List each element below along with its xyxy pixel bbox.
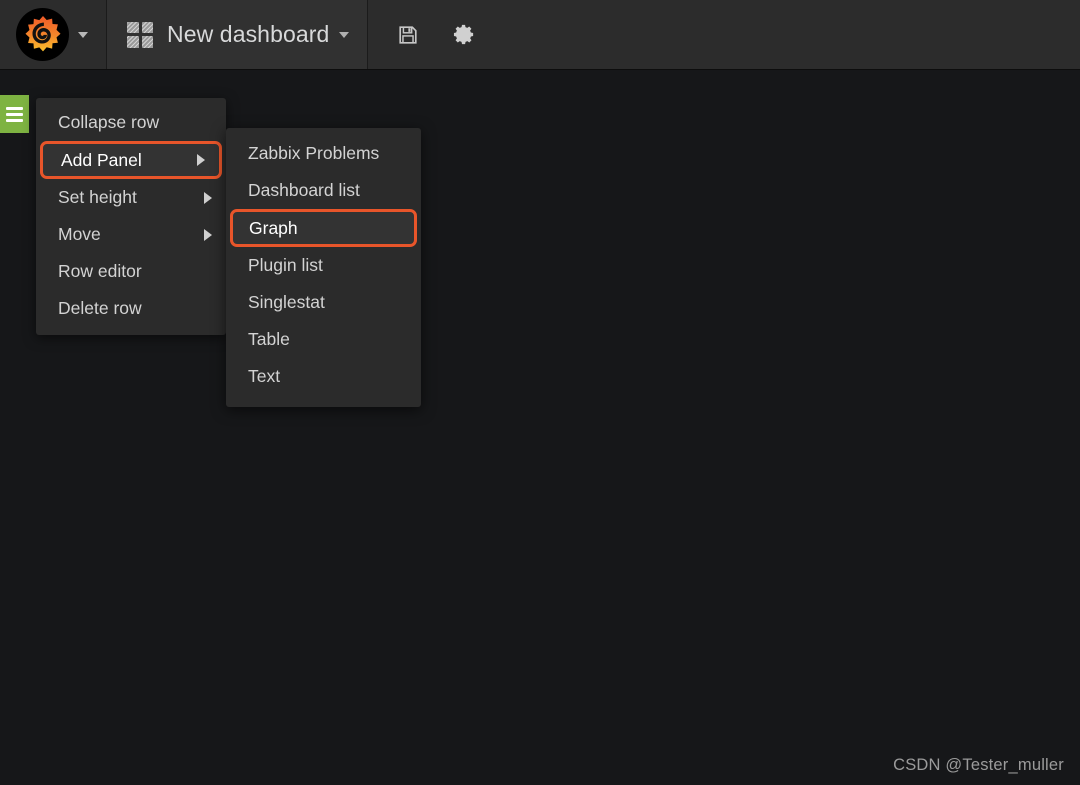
save-dashboard-button[interactable] (395, 22, 421, 48)
menu-item-label: Delete row (58, 298, 142, 318)
submenu-item-zabbix-problems[interactable]: Zabbix Problems (226, 135, 421, 172)
watermark-text: CSDN @Tester_muller (893, 756, 1064, 774)
page-title: New dashboard (167, 21, 330, 47)
submenu-item-table[interactable]: Table (226, 321, 421, 358)
menu-item-label: Table (248, 329, 290, 349)
chevron-down-icon[interactable] (78, 31, 88, 38)
menu-item-label: Plugin list (248, 255, 323, 275)
row-menu-handle-button[interactable] (0, 95, 29, 133)
menu-item-label: Move (58, 224, 101, 244)
menu-item-label: Text (248, 366, 281, 386)
row-context-menu: Collapse row Add Panel Set height Move R… (36, 98, 226, 335)
dashboard-title-button[interactable]: New dashboard (107, 0, 369, 69)
submenu-item-plugin-list[interactable]: Plugin list (226, 247, 421, 284)
menu-item-label: Graph (249, 217, 298, 238)
menu-item-label: Singlestat (248, 292, 325, 312)
submenu-item-singlestat[interactable]: Singlestat (226, 284, 421, 321)
submenu-item-text[interactable]: Text (226, 358, 421, 395)
brand-menu-button[interactable] (0, 0, 107, 69)
add-panel-submenu: Zabbix Problems Dashboard list Graph Plu… (226, 128, 421, 407)
menu-item-delete-row[interactable]: Delete row (36, 290, 226, 327)
menu-item-move[interactable]: Move (36, 216, 226, 253)
menu-item-label: Set height (58, 187, 137, 207)
dashboard-settings-button[interactable] (451, 22, 477, 48)
menu-item-set-height[interactable]: Set height (36, 179, 226, 216)
chevron-right-icon (197, 154, 205, 166)
menu-item-label: Collapse row (58, 112, 160, 132)
menu-item-label: Dashboard list (248, 180, 360, 200)
top-navbar: New dashboard (0, 0, 1080, 70)
menu-item-row-editor[interactable]: Row editor (36, 253, 226, 290)
menu-item-label: Zabbix Problems (248, 143, 380, 163)
dashboard-grid-icon (127, 21, 153, 48)
submenu-item-graph[interactable]: Graph (230, 209, 417, 247)
grafana-logo-icon[interactable] (16, 8, 69, 61)
hamburger-menu-icon (6, 106, 23, 122)
menu-item-label: Add Panel (61, 149, 142, 170)
menu-item-add-panel[interactable]: Add Panel (40, 141, 222, 179)
chevron-right-icon (204, 191, 212, 204)
chevron-down-icon[interactable] (339, 31, 350, 38)
menu-item-label: Row editor (58, 261, 142, 281)
submenu-item-dashboard-list[interactable]: Dashboard list (226, 172, 421, 209)
chevron-right-icon (204, 228, 212, 241)
menu-item-collapse-row[interactable]: Collapse row (36, 104, 226, 141)
grafana-dashboard-page: New dashboard Collapse row Add Panel Set… (0, 0, 1080, 785)
navbar-actions (368, 0, 1080, 69)
